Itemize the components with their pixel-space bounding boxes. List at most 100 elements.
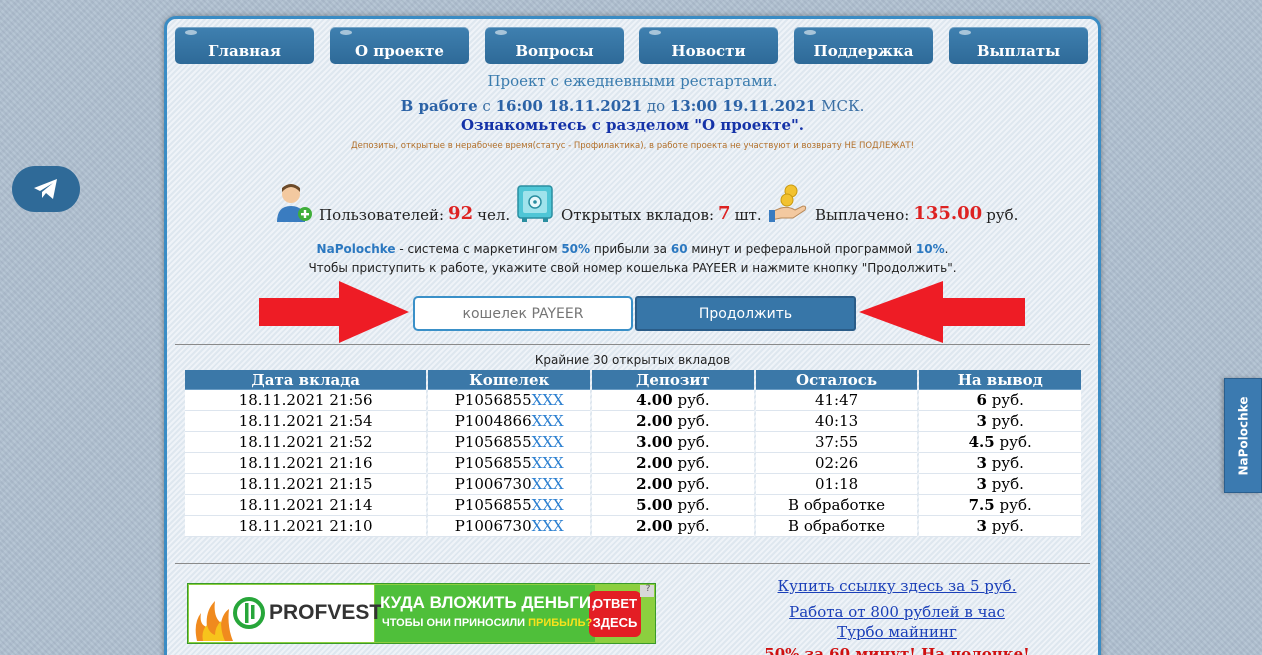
stat-users-label: Пользователей: (319, 206, 445, 224)
cell-wallet: P1056855XXX (428, 432, 591, 453)
cell-payout: 7.5 руб. (919, 495, 1081, 516)
cell-deposit: 3.00 руб. (592, 432, 754, 453)
col-date: Дата вклада (185, 370, 427, 390)
ad-link-promo[interactable]: 50% за 60 минут! На полочке! (727, 645, 1067, 655)
ad-link-buy[interactable]: Купить ссылку здесь за 5 руб. (727, 577, 1067, 595)
profvest-banner[interactable]: PROFVEST КУДА ВЛОЖИТЬ ДЕНЬГИ, ЧТОБЫ ОНИ … (186, 582, 657, 645)
stat-paid: Выплачено: 135.00 руб. (769, 174, 1018, 224)
deposit-amount: 5.00 (636, 496, 673, 514)
side-tab-napolochke[interactable]: NaPolochke (1224, 378, 1262, 493)
cell-deposit: 2.00 руб. (592, 516, 754, 537)
cell-left: 01:18 (755, 474, 918, 495)
stat-paid-label: Выплачено: (815, 206, 910, 224)
restart-text: Проект с ежедневными рестартами. (487, 72, 778, 90)
col-wallet: Кошелек (428, 370, 591, 390)
nav-news[interactable]: Новости (639, 27, 778, 64)
cell-wallet: P1006730XXX (428, 516, 591, 537)
stat-users: Пользователей: 92 чел. (273, 174, 510, 224)
payout-amount: 3 (976, 412, 987, 430)
notice-text: Депозиты, открытые в нерабочее время(ста… (351, 141, 914, 151)
marketing-ref-percent: 10% (915, 242, 945, 256)
wallet-mask: XXX (531, 475, 564, 493)
nav-home[interactable]: Главная (175, 27, 314, 64)
nav-payouts[interactable]: Выплаты (949, 27, 1088, 64)
stats-bar: Пользователей: 92 чел. Открытых вкладов:… (167, 174, 1098, 224)
table-header-row: Дата вклада Кошелек Депозит Осталось На … (185, 370, 1081, 390)
banner-badge-line2: ЗДЕСЬ (592, 615, 638, 630)
payout-currency: руб. (999, 433, 1032, 451)
cell-date: 18.11.2021 21:16 (185, 453, 427, 474)
nav-about[interactable]: О проекте (330, 27, 469, 64)
table-row: 18.11.2021 21:10 P1006730XXX 2.00 руб. В… (185, 516, 1081, 537)
deposit-currency: руб. (677, 433, 710, 451)
safe-icon (517, 185, 553, 222)
work-to: 13:00 19.11.2021 (669, 97, 817, 115)
payout-currency: руб. (991, 475, 1024, 493)
side-tab-label: NaPolochke (1236, 396, 1250, 475)
marketing-text: NaPolochke - система с маркетингом 50% п… (167, 242, 1098, 256)
cell-left: 40:13 (755, 411, 918, 432)
cell-payout: 6 руб. (919, 390, 1081, 411)
work-from: 16:00 18.11.2021 (495, 97, 643, 115)
marketing-text2: прибыли за (590, 242, 671, 256)
cell-left: 41:47 (755, 390, 918, 411)
marketing-text4: . (944, 242, 949, 256)
stat-deposits: Открытых вкладов: 7 шт. (515, 174, 762, 224)
wallet-mask: XXX (531, 412, 564, 430)
work-label: В работе (400, 97, 478, 115)
instruction-text: Чтобы приступить к работе, укажите свой … (308, 261, 957, 275)
nav-faq[interactable]: Вопросы (485, 27, 624, 64)
deposit-amount: 3.00 (636, 433, 673, 451)
about-link[interactable]: Ознакомьтесь с разделом "О проекте". (167, 116, 1098, 134)
arrow-right-icon (259, 281, 409, 343)
deposit-currency: руб. (677, 475, 710, 493)
ad-link-mining[interactable]: Турбо майнинг (727, 623, 1067, 641)
wallet-mask: XXX (531, 517, 564, 535)
payout-currency: руб. (999, 496, 1032, 514)
ad-link-work[interactable]: Работа от 800 рублей в час (727, 603, 1067, 621)
cell-date: 18.11.2021 21:52 (185, 432, 427, 453)
wallet-number: P1004866 (454, 412, 532, 430)
marketing-text3: минут и реферальной программой (687, 242, 916, 256)
payout-amount: 3 (976, 475, 987, 493)
table-row: 18.11.2021 21:15 P1006730XXX 2.00 руб. 0… (185, 474, 1081, 495)
cell-deposit: 5.00 руб. (592, 495, 754, 516)
main-nav: Главная О проекте Вопросы Новости Поддер… (175, 27, 1090, 65)
wallet-input[interactable] (413, 296, 633, 331)
continue-button[interactable]: Продолжить (635, 296, 856, 331)
payout-amount: 7.5 (968, 496, 995, 514)
telegram-icon (34, 179, 57, 199)
cell-date: 18.11.2021 21:15 (185, 474, 427, 495)
cell-payout: 3 руб. (919, 474, 1081, 495)
deposit-amount: 2.00 (636, 412, 673, 430)
arrow-left-icon (859, 281, 1025, 343)
deposit-currency: руб. (677, 391, 710, 409)
deposits-title: Крайние 30 открытых вкладов (534, 353, 731, 367)
divider (175, 344, 1090, 345)
telegram-button[interactable] (12, 166, 80, 212)
banner-badge-line1: ОТВЕТ (592, 596, 638, 611)
cell-left: В обработке (755, 516, 918, 537)
work-to-prefix: до (646, 97, 666, 115)
banner-subline: ЧТОБЫ ОНИ ПРИНОСИЛИ ПРИБЫЛЬ? (382, 617, 592, 629)
col-left: Осталось (755, 370, 918, 390)
payout-amount: 3 (976, 454, 987, 472)
cell-wallet: P1004866XXX (428, 411, 591, 432)
cell-payout: 3 руб. (919, 516, 1081, 537)
col-payout: На вывод (919, 370, 1081, 390)
nav-support[interactable]: Поддержка (794, 27, 933, 64)
payout-currency: руб. (991, 454, 1024, 472)
cell-wallet: P1056855XXX (428, 495, 591, 516)
table-row: 18.11.2021 21:52 P1056855XXX 3.00 руб. 3… (185, 432, 1081, 453)
stat-users-unit: чел. (477, 206, 511, 224)
table-row: 18.11.2021 21:56 P1056855XXX 4.00 руб. 4… (185, 390, 1081, 411)
table-row: 18.11.2021 21:16 P1056855XXX 2.00 руб. 0… (185, 453, 1081, 474)
coin-hand-icon (769, 184, 807, 222)
cell-payout: 3 руб. (919, 453, 1081, 474)
banner-badge: ОТВЕТ ЗДЕСЬ (589, 594, 641, 632)
stat-paid-value: 135.00 (913, 203, 983, 224)
banner-help-icon[interactable]: ? (642, 584, 654, 594)
deposit-currency: руб. (677, 412, 710, 430)
wallet-number: P1006730 (454, 517, 532, 535)
banner-headline: КУДА ВЛОЖИТЬ ДЕНЬГИ, (380, 593, 596, 612)
